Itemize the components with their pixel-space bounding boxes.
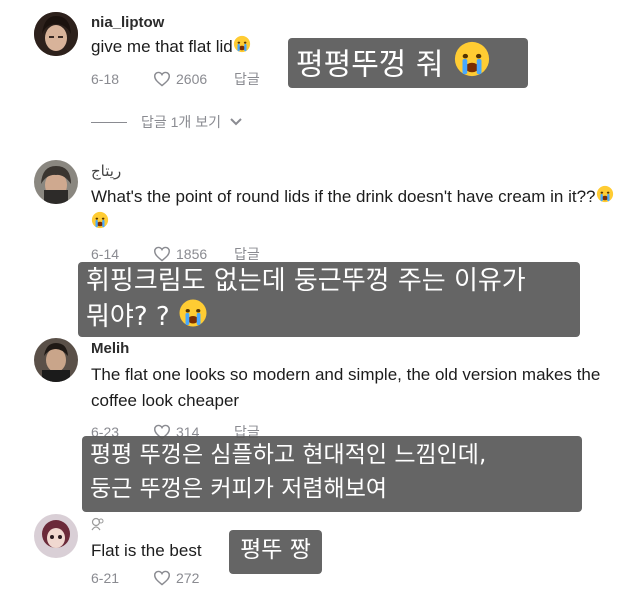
comment-meta: 6-18 2606 답글 bbox=[91, 69, 260, 89]
reply-button[interactable]: 답글 bbox=[234, 244, 260, 264]
caption-overlay: 평평뚜껑 줘 bbox=[288, 38, 528, 88]
avatar-image bbox=[34, 514, 78, 558]
comment-text: Flat is the best bbox=[91, 541, 202, 560]
like-count: 272 bbox=[176, 570, 200, 586]
heart-icon[interactable] bbox=[153, 246, 171, 262]
like-count: 2606 bbox=[176, 71, 208, 87]
crying-face-emoji bbox=[91, 211, 109, 237]
comment-text: What's the point of round lids if the dr… bbox=[91, 184, 631, 237]
comment-date: 6-18 bbox=[91, 71, 120, 87]
comment-username[interactable]: ريتاج bbox=[91, 162, 121, 180]
avatar[interactable] bbox=[34, 12, 78, 56]
avatar[interactable] bbox=[34, 160, 78, 204]
comment-meta: 6-21 272 bbox=[91, 570, 234, 586]
comment-text: The flat one looks so modern and simple,… bbox=[91, 365, 601, 410]
avatar-image bbox=[34, 338, 78, 382]
caption-line-wrap: 뭐야? ? bbox=[86, 298, 572, 337]
comment-username[interactable]: Melih bbox=[91, 340, 129, 357]
chevron-down-icon bbox=[230, 118, 242, 126]
view-replies-button[interactable]: 답글 1개 보기 bbox=[91, 112, 243, 132]
crying-face-emoji bbox=[178, 298, 208, 337]
caption-line: 평평뚜껑 줘 bbox=[296, 47, 444, 83]
comment-date: 6-21 bbox=[91, 570, 120, 586]
caption-overlay: 평평 뚜껑은 심플하고 현대적인 느낌인데, 둥근 뚜껑은 커피가 저렴해보여 bbox=[82, 436, 582, 512]
comment-username[interactable]: nia_liptow bbox=[91, 14, 164, 31]
caption-line: 평평 뚜껑은 심플하고 현대적인 느낌인데, bbox=[90, 442, 487, 468]
like-count: 1856 bbox=[176, 246, 208, 262]
view-replies-label: 답글 1개 보기 bbox=[141, 114, 221, 130]
caption-line: 평뚜 짱 bbox=[240, 537, 311, 563]
caption-overlay: 평뚜 짱 bbox=[229, 530, 322, 574]
caption-overlay: 휘핑크림도 없는데 둥근뚜껑 주는 이유가 뭐야? ? bbox=[78, 262, 580, 337]
comment-date: 6-14 bbox=[91, 246, 120, 262]
divider-line bbox=[91, 121, 127, 123]
caption-line: 뭐야? ? bbox=[86, 302, 170, 332]
reply-button[interactable]: 답글 bbox=[234, 69, 260, 89]
avatar-image bbox=[34, 12, 78, 56]
comment-text: give me that flat lid bbox=[91, 34, 251, 61]
avatar-image bbox=[34, 160, 78, 204]
comment-meta: 6-14 1856 답글 bbox=[91, 244, 260, 264]
comment-text-content: What's the point of round lids if the dr… bbox=[91, 187, 596, 206]
avatar[interactable] bbox=[34, 338, 78, 382]
user-badge-icon bbox=[91, 517, 105, 536]
avatar[interactable] bbox=[34, 514, 78, 558]
comment-text-content: give me that flat lid bbox=[91, 37, 233, 56]
crying-face-emoji bbox=[233, 35, 251, 61]
caption-line: 둥근 뚜껑은 커피가 저렴해보여 bbox=[90, 476, 388, 502]
crying-face-emoji bbox=[453, 40, 491, 92]
crying-face-emoji bbox=[596, 185, 614, 211]
heart-icon[interactable] bbox=[153, 71, 171, 87]
caption-line: 휘핑크림도 없는데 둥근뚜껑 주는 이유가 bbox=[86, 266, 526, 296]
heart-icon[interactable] bbox=[153, 570, 171, 586]
